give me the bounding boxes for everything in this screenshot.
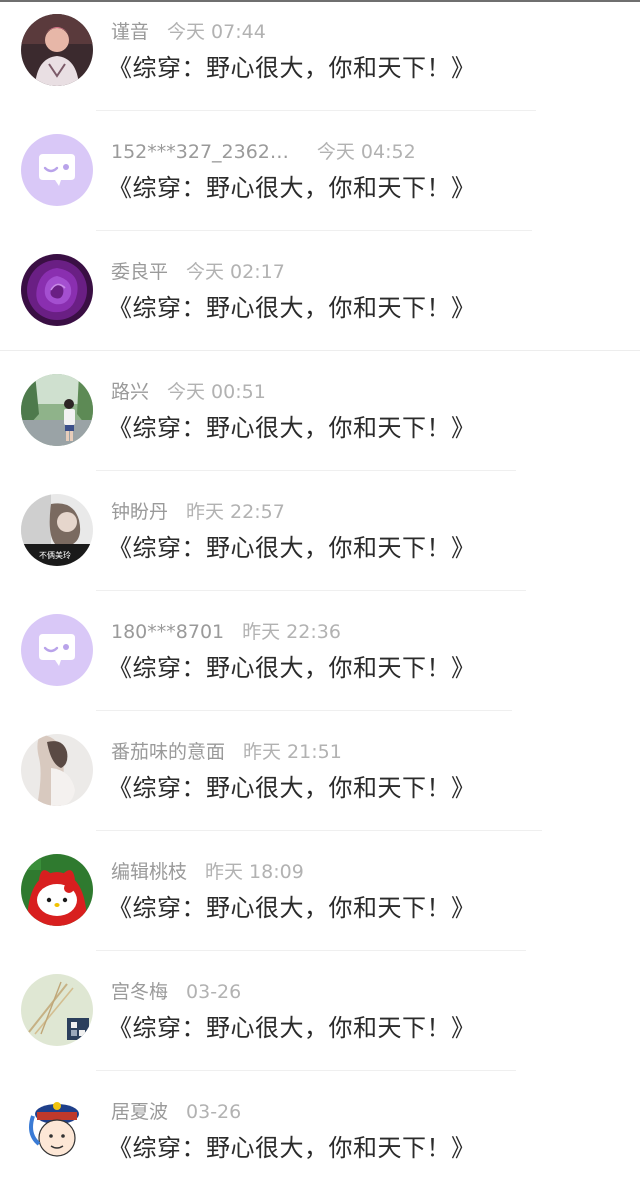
divider — [96, 230, 532, 231]
avatar[interactable] — [21, 854, 93, 926]
username[interactable]: 番茄味的意面 — [111, 741, 225, 763]
comment-item[interactable]: 委良平 今天 02:17 《综穿：野心很大，你和天下！》 — [0, 240, 640, 360]
photo-image — [21, 974, 93, 1046]
comment-text: 《综穿：野心很大，你和天下！》 — [108, 294, 476, 322]
timestamp: 今天 02:17 — [186, 261, 285, 283]
divider — [96, 710, 512, 711]
comment-text: 《综穿：野心很大，你和天下！》 — [108, 534, 476, 562]
comment-item[interactable]: 路兴 今天 00:51 《综穿：野心很大，你和天下！》 — [0, 360, 640, 480]
comment-meta: 编辑桃枝 昨天 18:09 — [111, 858, 304, 886]
hello-kitty-image — [21, 854, 93, 926]
timestamp: 03-26 — [186, 981, 242, 1003]
avatar[interactable]: 不俩美玲 — [21, 494, 93, 566]
divider — [0, 350, 640, 351]
timestamp: 今天 00:51 — [167, 381, 266, 403]
cartoon-image — [21, 1094, 93, 1166]
divider — [96, 1070, 516, 1071]
timestamp: 昨天 21:51 — [243, 741, 342, 763]
divider — [96, 470, 516, 471]
comment-text: 《综穿：野心很大，你和天下！》 — [108, 1014, 476, 1042]
comment-meta: 180***8701 昨天 22:36 — [111, 618, 341, 646]
rose-image — [21, 254, 93, 326]
avatar[interactable] — [21, 14, 93, 86]
chat-bubble-icon — [21, 134, 93, 206]
comment-item[interactable]: 居夏波 03-26 《综穿：野心很大，你和天下！》 — [0, 1080, 640, 1200]
username[interactable]: 宫冬梅 — [111, 981, 168, 1003]
username[interactable]: 委良平 — [111, 261, 168, 283]
comment-meta: 委良平 今天 02:17 — [111, 258, 285, 286]
avatar[interactable] — [21, 974, 93, 1046]
avatar[interactable] — [21, 734, 93, 806]
timestamp: 昨天 22:57 — [186, 501, 285, 523]
comment-meta: 钟盼丹 昨天 22:57 — [111, 498, 285, 526]
comment-text: 《综穿：野心很大，你和天下！》 — [108, 774, 476, 802]
timestamp: 今天 07:44 — [167, 21, 266, 43]
comment-item[interactable]: 编辑桃枝 昨天 18:09 《综穿：野心很大，你和天下！》 — [0, 840, 640, 960]
comment-meta: 居夏波 03-26 — [111, 1098, 241, 1126]
comment-meta: 路兴 今天 00:51 — [111, 378, 266, 406]
photo-image — [21, 374, 93, 446]
comment-text: 《综穿：野心很大，你和天下！》 — [108, 174, 476, 202]
comment-item[interactable]: 不俩美玲 钟盼丹 昨天 22:57 《综穿：野心很大，你和天下！》 — [0, 480, 640, 600]
comment-text: 《综穿：野心很大，你和天下！》 — [108, 414, 476, 442]
comment-text: 《综穿：野心很大，你和天下！》 — [108, 1134, 476, 1162]
timestamp: 昨天 22:36 — [242, 621, 341, 643]
comment-meta: 谨音 今天 07:44 — [111, 18, 266, 46]
comment-meta: 番茄味的意面 昨天 21:51 — [111, 738, 342, 766]
photo-image: 不俩美玲 — [21, 494, 93, 566]
timestamp: 昨天 18:09 — [205, 861, 304, 883]
comment-item[interactable]: 152***327_2362… 今天 04:52 《综穿：野心很大，你和天下！》 — [0, 120, 640, 240]
anime-avatar-image — [21, 14, 93, 86]
avatar[interactable] — [21, 1094, 93, 1166]
timestamp: 03-26 — [186, 1101, 242, 1123]
comment-text: 《综穿：野心很大，你和天下！》 — [108, 654, 476, 682]
comment-item[interactable]: 谨音 今天 07:44 《综穿：野心很大，你和天下！》 — [0, 0, 640, 120]
comment-meta: 宫冬梅 03-26 — [111, 978, 241, 1006]
comment-item[interactable]: 番茄味的意面 昨天 21:51 《综穿：野心很大，你和天下！》 — [0, 720, 640, 840]
divider — [96, 590, 526, 591]
comment-meta: 152***327_2362… 今天 04:52 — [111, 138, 416, 166]
username[interactable]: 编辑桃枝 — [111, 861, 187, 883]
username[interactable]: 钟盼丹 — [111, 501, 168, 523]
divider — [96, 110, 536, 111]
timestamp: 今天 04:52 — [316, 141, 416, 163]
comment-item[interactable]: 180***8701 昨天 22:36 《综穿：野心很大，你和天下！》 — [0, 600, 640, 720]
avatar[interactable] — [21, 374, 93, 446]
comment-item[interactable]: 宫冬梅 03-26 《综穿：野心很大，你和天下！》 — [0, 960, 640, 1080]
avatar[interactable] — [21, 134, 93, 206]
comment-text: 《综穿：野心很大，你和天下！》 — [108, 894, 476, 922]
username[interactable]: 路兴 — [111, 381, 149, 403]
avatar[interactable] — [21, 254, 93, 326]
divider — [96, 830, 542, 831]
photo-image — [21, 734, 93, 806]
username[interactable]: 谨音 — [111, 21, 149, 43]
divider — [96, 950, 526, 951]
username[interactable]: 居夏波 — [111, 1101, 168, 1123]
avatar[interactable] — [21, 614, 93, 686]
chat-bubble-icon — [21, 614, 93, 686]
username[interactable]: 180***8701 — [111, 621, 224, 643]
username[interactable]: 152***327_2362… — [111, 141, 289, 163]
comment-text: 《综穿：野心很大，你和天下！》 — [108, 54, 476, 82]
svg-text:不俩美玲: 不俩美玲 — [39, 550, 71, 560]
